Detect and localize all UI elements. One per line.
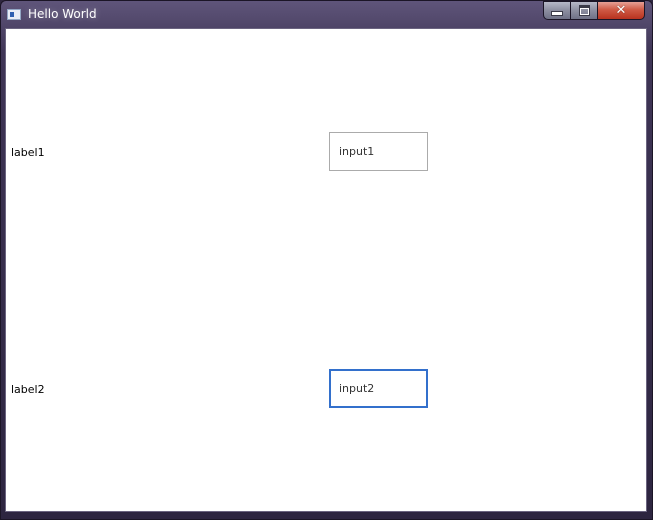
label2: label2 — [11, 383, 45, 396]
input1-field[interactable] — [329, 132, 428, 171]
title-bar[interactable]: Hello World ✕ — [1, 1, 652, 28]
input2-field[interactable] — [329, 369, 428, 408]
close-button[interactable]: ✕ — [598, 1, 645, 20]
window-title: Hello World — [28, 7, 97, 21]
close-icon: ✕ — [615, 3, 627, 18]
maximize-button[interactable] — [571, 1, 598, 20]
maximize-icon — [578, 5, 590, 16]
client-area: label1 label2 — [5, 28, 647, 512]
window-controls: ✕ — [543, 1, 645, 20]
application-window: Hello World ✕ label1 label2 — [0, 0, 653, 520]
minimize-button[interactable] — [543, 1, 571, 20]
label1: label1 — [11, 146, 45, 159]
minimize-icon — [551, 11, 563, 16]
app-window-icon[interactable] — [7, 9, 21, 20]
